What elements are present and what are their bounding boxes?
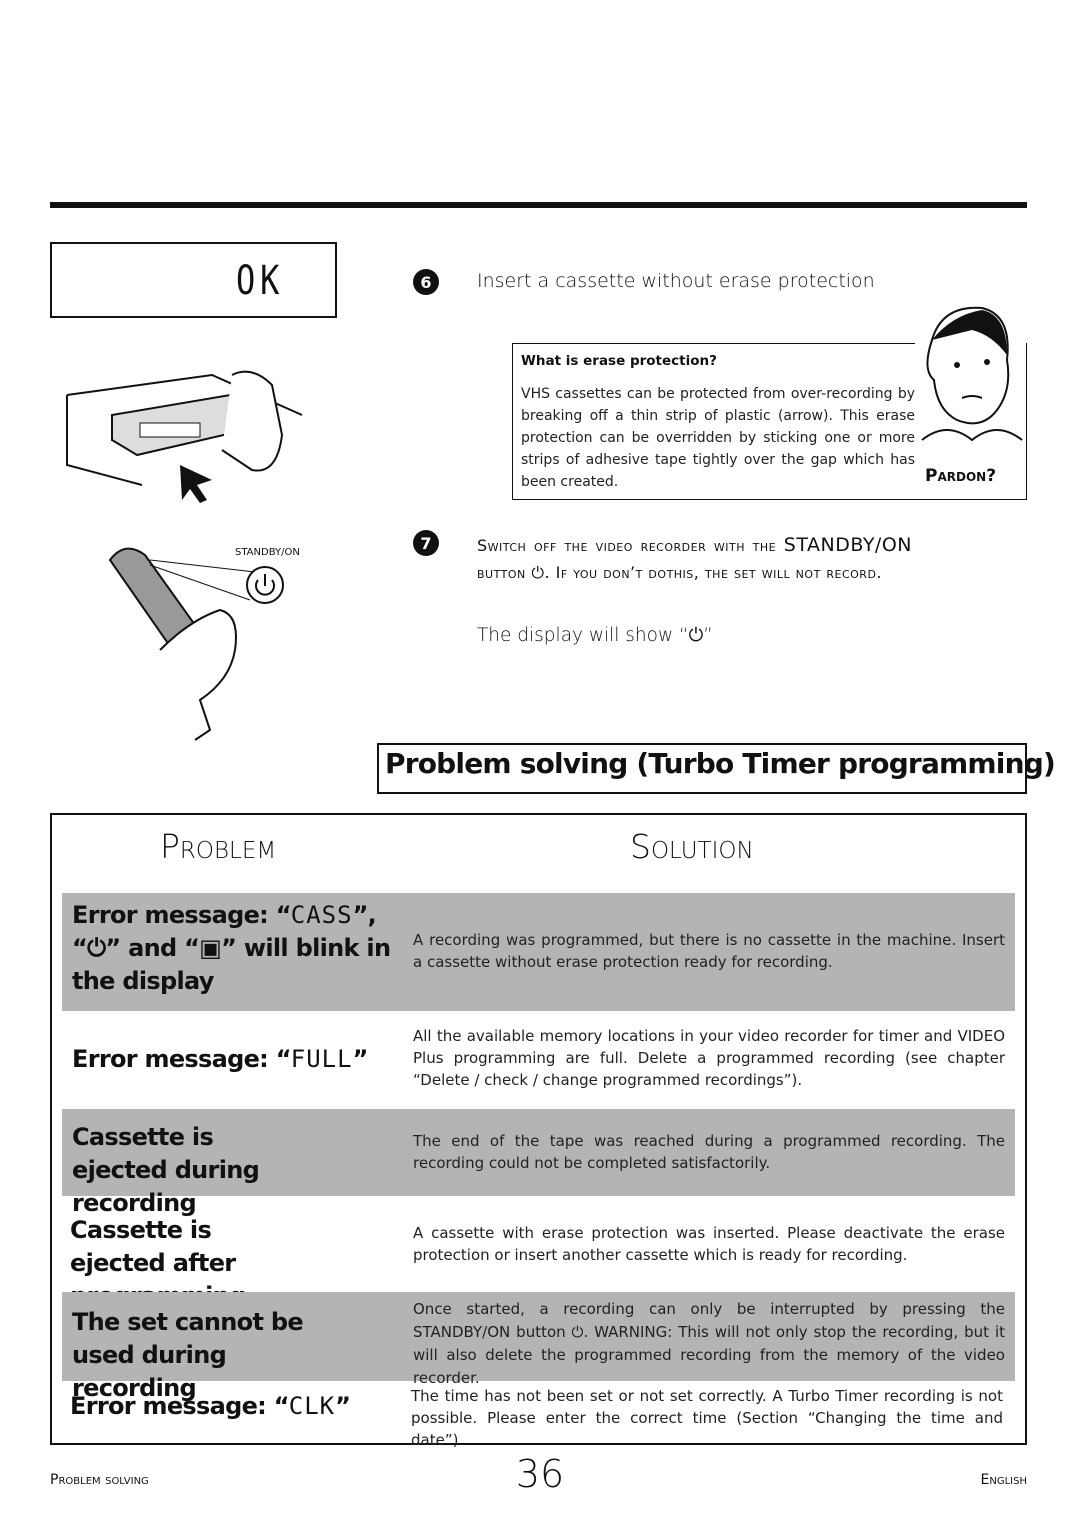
- table-row: Cassette is ejected during recording The…: [62, 1109, 1015, 1217]
- solution-text: Once started, a recording can only be in…: [413, 1300, 1005, 1387]
- problem-text: Error message: “CASS”, “⏻” and “▣” will …: [72, 899, 392, 998]
- problem-prefix: Error message: “: [72, 1045, 291, 1073]
- remote-standby-label: STANDBY/ON: [235, 547, 300, 558]
- note-body: VHS cassettes can be protected from over…: [521, 386, 915, 490]
- vcr-cassette-insert-illustration: [66, 370, 303, 503]
- vcr-display: OK: [50, 242, 337, 318]
- solution-text: The end of the tape was reached during a…: [413, 1132, 1005, 1172]
- footer-section: Problem solving: [50, 1472, 149, 1488]
- footer-language: English: [980, 1472, 1027, 1488]
- problem-suffix: ”: [335, 1392, 351, 1420]
- solution-text: The time has not been set or not set cor…: [411, 1387, 1003, 1449]
- table-row: The set cannot be used during recording …: [62, 1292, 1015, 1402]
- confused-man-illustration: [921, 306, 1023, 442]
- table-row: Cassette is ejected after programming A …: [62, 1196, 1015, 1310]
- problem-prefix: Error message: “: [70, 1392, 289, 1420]
- header-solution: Solution: [630, 827, 754, 866]
- header-problem: Problem: [160, 827, 277, 866]
- step-7-pre: Switch off the video recorder with the: [477, 536, 784, 555]
- top-rule: [50, 202, 1027, 208]
- step-7-text: Switch off the video recorder with the S…: [477, 532, 912, 586]
- table-row: Error message: “CASS”, “⏻” and “▣” will …: [62, 893, 1015, 1011]
- lcd-code: CASS: [290, 901, 353, 929]
- problem-suffix: ”: [352, 1045, 369, 1073]
- page-number: 36: [515, 1452, 565, 1496]
- solution-text: All the available memory locations in yo…: [413, 1027, 1005, 1089]
- solution-text: A cassette with erase protection was ins…: [413, 1224, 1005, 1264]
- table-row: Error message: “FULL” All the available …: [62, 1011, 1015, 1109]
- step-7-standby: STANDBY/ON: [783, 534, 912, 556]
- step-7-display-line: The display will show “⏻”: [477, 625, 713, 646]
- step-6-text: Insert a cassette without erase protecti…: [477, 270, 875, 292]
- lcd-code: FULL: [290, 1045, 353, 1073]
- step-6-badge: 6: [413, 269, 439, 295]
- solution-text: A recording was programmed, but there is…: [413, 931, 1005, 971]
- problem-text: Error message: “CLK”: [70, 1390, 410, 1423]
- step-7-badge: 7: [413, 530, 439, 556]
- problem-solution-table: Problem Solution Error message: “CASS”, …: [50, 813, 1027, 1449]
- note-title: What is erase protection?: [521, 353, 717, 369]
- remote-control-illustration: [108, 547, 284, 741]
- table-row: Error message: “CLK” The time has not be…: [62, 1381, 1015, 1449]
- problem-prefix: Error message: “: [72, 901, 291, 929]
- problem-text: Error message: “FULL”: [72, 1043, 412, 1076]
- step-7-post: button ⏻. If you don’t dothis, the set w…: [477, 563, 883, 582]
- lcd-code: CLK: [288, 1392, 336, 1420]
- pardon-label: Pardon?: [925, 466, 997, 486]
- section-title: Problem solving (Turbo Timer programming…: [377, 743, 1056, 794]
- display-text: OK: [236, 258, 285, 304]
